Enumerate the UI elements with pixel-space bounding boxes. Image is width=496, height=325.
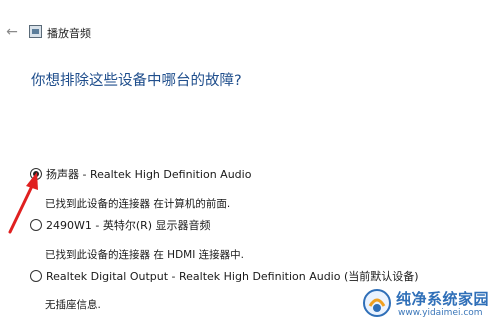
device-description: 无插座信息.: [45, 299, 101, 311]
device-description: 已找到此设备的连接器 在计算机的前面.: [45, 198, 231, 210]
device-description: 已找到此设备的连接器 在 HDMI 连接器中.: [45, 249, 244, 261]
title-bar: ← 播放音频: [0, 22, 496, 44]
radio-button-selected[interactable]: [30, 168, 42, 180]
radio-button[interactable]: [30, 219, 42, 231]
device-label: Realtek Digital Output - Realtek High De…: [46, 270, 419, 283]
device-label: 扬声器 - Realtek High Definition Audio: [46, 168, 252, 181]
window-title: 播放音频: [47, 27, 91, 40]
device-option-digital-output[interactable]: Realtek Digital Output - Realtek High De…: [30, 267, 490, 285]
page-question: 你想排除这些设备中哪台的故障?: [31, 73, 242, 89]
watermark: 纯净系统家园 www.yidaimei.com: [362, 288, 492, 322]
watermark-url: www.yidaimei.com: [398, 308, 483, 318]
device-label: 2490W1 - 英特尔(R) 显示器音频: [46, 219, 211, 232]
audio-troubleshooter-icon: [29, 25, 42, 38]
watermark-title: 纯净系统家园: [396, 290, 490, 308]
device-option-speakers[interactable]: 扬声器 - Realtek High Definition Audio: [30, 165, 490, 183]
back-arrow-icon[interactable]: ←: [4, 24, 20, 40]
device-option-hdmi-display[interactable]: 2490W1 - 英特尔(R) 显示器音频: [30, 216, 490, 234]
watermark-logo-icon: [363, 289, 391, 317]
radio-button[interactable]: [30, 270, 42, 282]
